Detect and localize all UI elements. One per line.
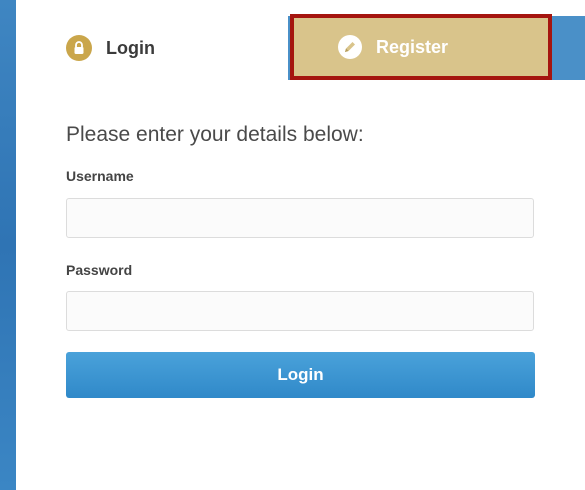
tab-login-label: Login: [106, 37, 155, 58]
pencil-icon: [338, 35, 362, 59]
background-strip: [0, 0, 16, 490]
tab-register[interactable]: Register: [290, 14, 552, 80]
tab-register-label: Register: [376, 36, 449, 57]
password-input[interactable]: [66, 291, 534, 331]
username-label: Username: [66, 168, 134, 184]
form-intro: Please enter your details below:: [66, 123, 364, 146]
tab-bar: Login Register: [16, 14, 585, 80]
username-input[interactable]: [66, 198, 534, 238]
login-form: Please enter your details below: Usernam…: [66, 122, 536, 398]
password-label: Password: [66, 262, 133, 278]
tab-login[interactable]: Login: [16, 16, 288, 80]
login-button[interactable]: Login: [66, 352, 535, 398]
auth-panel: Login Register Please enter your details…: [16, 14, 585, 490]
lock-icon: [66, 35, 92, 61]
